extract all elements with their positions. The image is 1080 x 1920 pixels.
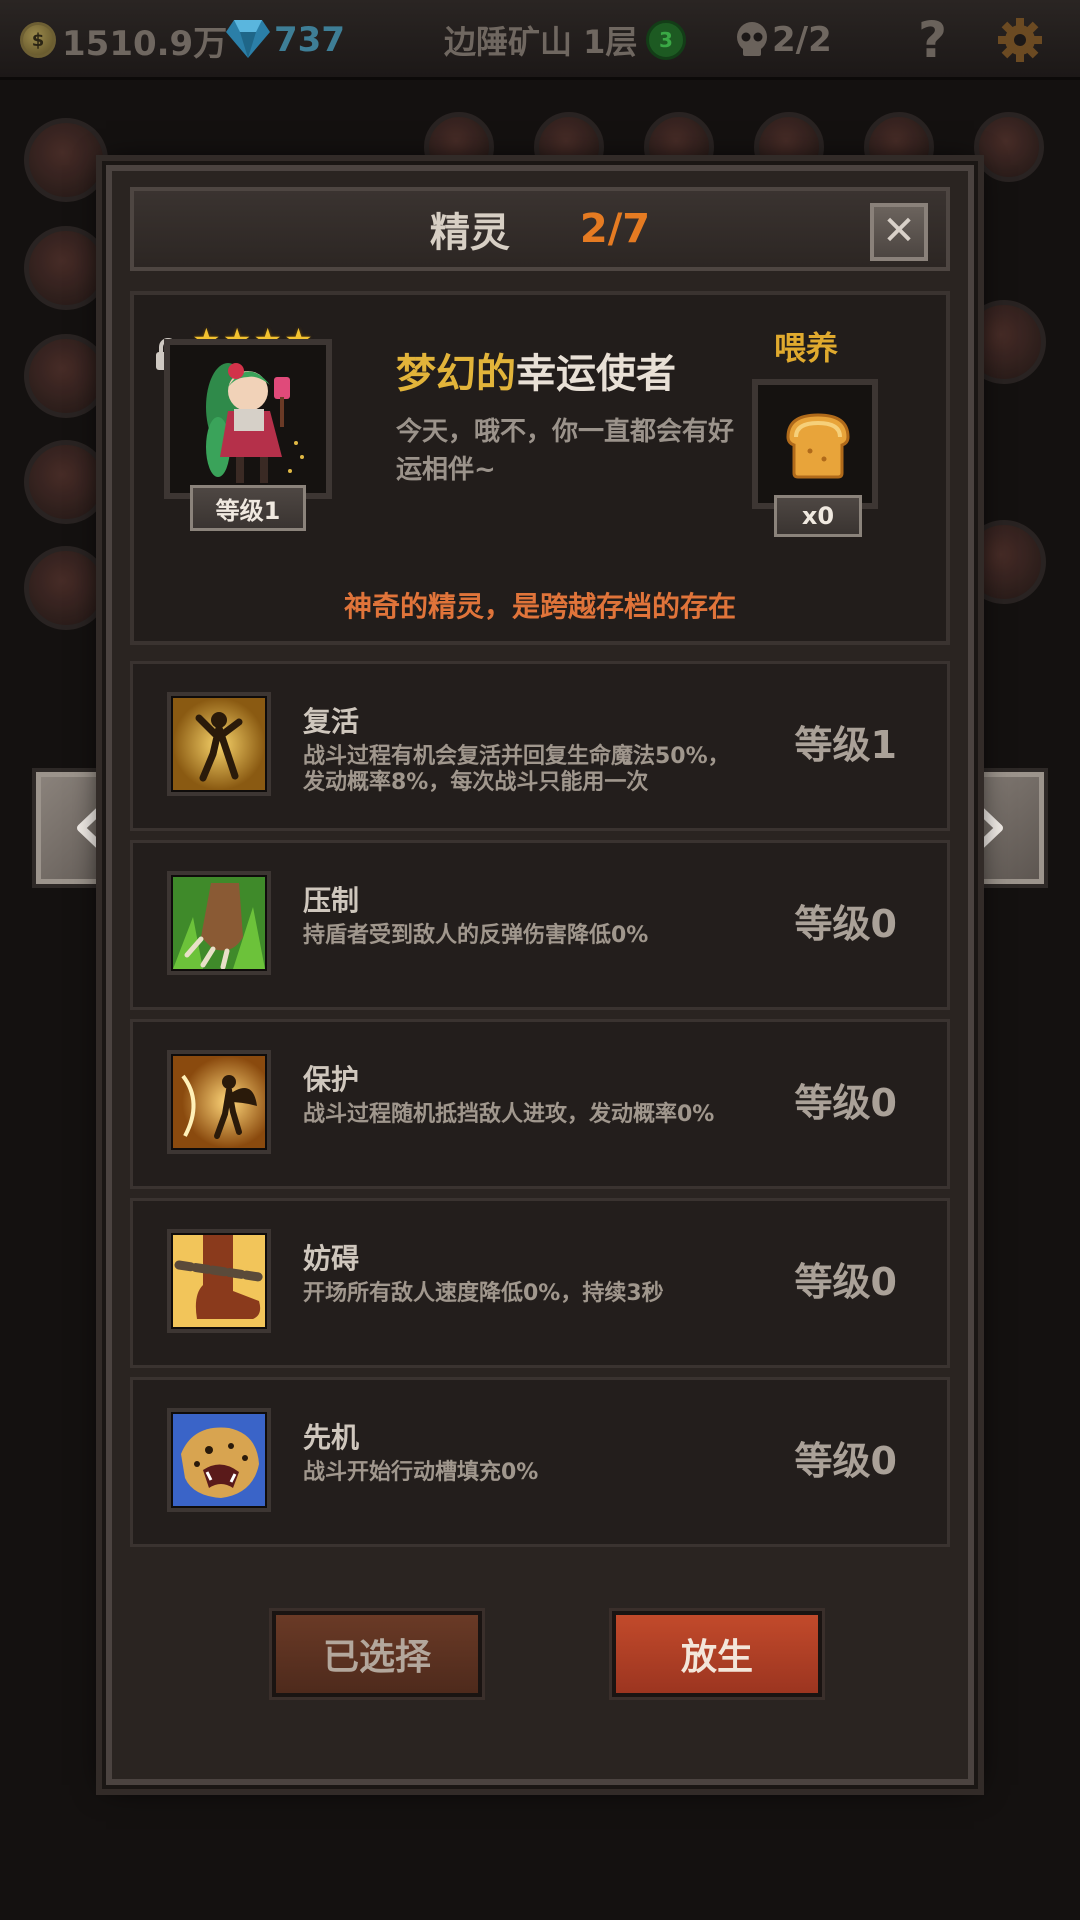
lucky-messenger-sprite — [206, 363, 304, 483]
spirit-panel: 精灵 2/7 ✕ ★ ★ ★ ★ — [102, 161, 978, 1789]
feed-slot[interactable] — [752, 379, 878, 509]
selected-button[interactable]: 已选择 — [272, 1611, 482, 1697]
spirit-portrait[interactable] — [164, 339, 332, 499]
feed-label: 喂养 — [774, 329, 839, 367]
top-status-bar: $ 1510.9万 737 边陲矿山 1层 3 2/2 ? — [0, 0, 1080, 80]
spirit-description: 今天，哦不，你一直都会有好运相伴~ — [396, 417, 735, 485]
hero-portrait — [24, 334, 108, 418]
skill-icon-frame — [167, 1050, 271, 1154]
skill-row[interactable]: 先机 战斗开始行动槽填充0% 等级0 — [130, 1377, 950, 1547]
spirit-info: ★ ★ ★ ★ 等级1 — [130, 291, 950, 645]
enemy-portrait — [962, 520, 1046, 604]
skill-level: 等级0 — [794, 902, 897, 946]
hero-portrait — [24, 546, 108, 630]
spirit-name-main: 幸运使者 — [516, 351, 676, 397]
gold-amount: 1510.9万 — [62, 23, 228, 64]
enemy-portrait — [962, 300, 1046, 384]
skull-count: 2/2 — [772, 20, 832, 60]
skill-description: 战斗过程随机抵挡敌人进攻，发动概率0% — [303, 1102, 715, 1127]
skill-icon-frame — [167, 1229, 271, 1333]
skill-name: 妨碍 — [303, 1242, 360, 1275]
skill-row[interactable]: 保护 战斗过程随机抵挡敌人进攻，发动概率0% 等级0 — [130, 1019, 950, 1189]
skill-description: 开场所有敌人速度降低0%，持续3秒 — [303, 1281, 664, 1306]
spirit-level: 等级1 — [190, 485, 306, 531]
spirit-name: 梦幻的幸运使者 — [396, 341, 676, 399]
close-button[interactable]: ✕ — [870, 203, 928, 261]
skill-name: 保护 — [303, 1063, 360, 1096]
chained-boot-icon — [173, 1235, 265, 1327]
skill-name: 先机 — [303, 1421, 360, 1454]
hero-portrait — [24, 118, 108, 202]
leopard-icon — [173, 1414, 265, 1506]
skill-name: 压制 — [303, 884, 360, 917]
skill-level: 等级0 — [794, 1439, 897, 1483]
claw-icon — [173, 877, 265, 969]
panel-header: 精灵 2/7 ✕ — [130, 187, 950, 271]
close-icon: ✕ — [882, 208, 916, 254]
skill-icon-frame — [167, 1408, 271, 1512]
feed-count: x0 — [774, 495, 862, 537]
gem-amount: 737 — [274, 20, 345, 60]
gear-icon[interactable] — [996, 16, 1044, 64]
spirit-count: 2/7 — [579, 206, 651, 252]
skill-row[interactable]: 压制 持盾者受到敌人的反弹伤害降低0% 等级0 — [130, 840, 950, 1010]
hero-portrait — [24, 440, 108, 524]
enemy-portrait — [974, 112, 1044, 182]
skill-description: 战斗过程有机会复活并回复生命魔法50%，发动概率8%，每次战斗只能用一次 — [303, 744, 730, 795]
skill-description: 持盾者受到敌人的反弹伤害降低0% — [303, 923, 649, 948]
panel-title: 精灵 — [429, 210, 510, 256]
revive-icon — [173, 698, 265, 790]
skill-row[interactable]: 妨碍 开场所有敌人速度降低0%，持续3秒 等级0 — [130, 1198, 950, 1368]
skill-row[interactable]: 复活 战斗过程有机会复活并回复生命魔法50%，发动概率8%，每次战斗只能用一次 … — [130, 661, 950, 831]
release-button[interactable]: 放生 — [612, 1611, 822, 1697]
skill-level: 等级0 — [794, 1081, 897, 1125]
skill-list: 复活 战斗过程有机会复活并回复生命魔法50%，发动概率8%，每次战斗只能用一次 … — [130, 661, 950, 1556]
skill-name: 复活 — [303, 705, 360, 738]
location-label[interactable]: 边陲矿山 1层 — [444, 0, 637, 80]
coin-icon: $ — [20, 22, 56, 58]
fairy-shield-icon — [173, 1056, 265, 1148]
help-icon[interactable]: ? — [918, 0, 947, 80]
skill-icon-frame — [167, 871, 271, 975]
gem-icon — [226, 20, 270, 58]
skill-description: 战斗开始行动槽填充0% — [303, 1460, 539, 1485]
hero-portrait — [24, 226, 108, 310]
skull-icon — [737, 22, 767, 56]
floor-badge: 3 — [646, 20, 686, 60]
skill-level: 等级1 — [794, 723, 897, 767]
spirit-name-prefix: 梦幻的 — [396, 351, 516, 397]
skill-icon-frame — [167, 692, 271, 796]
bread-icon — [786, 413, 850, 479]
skill-level: 等级0 — [794, 1260, 897, 1304]
spirit-note: 神奇的精灵，是跨越存档的存在 — [343, 590, 736, 623]
